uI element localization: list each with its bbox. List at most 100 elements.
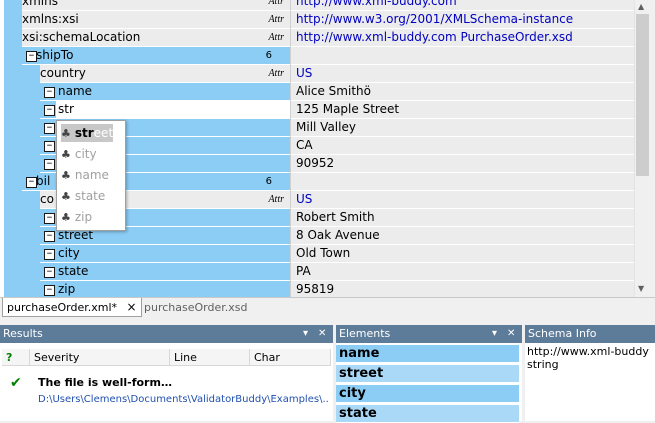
element-icon: ♣: [61, 211, 71, 224]
value-cell[interactable]: Mill Valley: [291, 119, 634, 136]
schema-type: string: [527, 358, 559, 371]
grid-row[interactable]: − shipTo 6: [0, 47, 634, 65]
autocomplete-item[interactable]: ♣ zip: [61, 208, 92, 226]
pin-icon[interactable]: ▾: [492, 325, 497, 343]
element-icon: ♣: [61, 127, 71, 140]
value-cell[interactable]: http://www.xml-buddy.com PurchaseOrder.x…: [291, 29, 634, 46]
value-cell[interactable]: 90952: [291, 155, 634, 172]
grid-row[interactable]: xmlns:xsi Attr http://www.w3.org/2001/XMLS…: [0, 11, 634, 29]
tree-guide: [22, 65, 40, 83]
col-header-line[interactable]: Line: [170, 349, 250, 366]
scroll-up-arrow[interactable]: ▲: [638, 2, 644, 11]
suggestion-text: eet: [93, 126, 114, 140]
child-count: 6: [265, 176, 272, 187]
collapse-icon[interactable]: −: [44, 141, 55, 152]
col-header-status[interactable]: ?: [2, 349, 30, 366]
value-cell[interactable]: Robert Smith: [291, 209, 634, 226]
grid-row[interactable]: xsi:schemaLocation Attr http://www.xml-bud…: [0, 29, 634, 47]
tab-label: purchaseOrder.xml*: [7, 301, 118, 314]
tree-guide: [4, 263, 22, 281]
collapse-icon[interactable]: −: [44, 213, 55, 224]
collapse-icon[interactable]: −: [44, 285, 55, 296]
column-separator[interactable]: [290, 0, 291, 297]
collapse-icon[interactable]: −: [44, 123, 55, 134]
tree-guide: [4, 29, 22, 47]
grid-row[interactable]: − state PA: [0, 263, 634, 281]
suggestion-text: city: [74, 147, 97, 161]
tab-purchaseorder-xsd[interactable]: purchaseOrder.xsd: [140, 298, 251, 317]
tree-guide: [4, 173, 22, 191]
attribute-tag: Attr: [268, 68, 284, 79]
node-name: zip: [58, 282, 76, 296]
element-item[interactable]: city: [336, 385, 519, 403]
autocomplete-item[interactable]: ♣ city: [61, 145, 97, 163]
close-icon[interactable]: ✕: [507, 325, 515, 343]
value-cell[interactable]: [291, 173, 634, 190]
tree-guide: [4, 119, 22, 137]
panel-title: Elements: [339, 327, 391, 340]
autocomplete-item[interactable]: ♣ name: [61, 166, 109, 184]
autocomplete-item[interactable]: ♣ state: [61, 187, 105, 205]
inline-edit-input[interactable]: str: [56, 101, 292, 118]
tree-guide: [22, 119, 40, 137]
result-path-link[interactable]: D:\Users\Clemens\Documents\ValidatorBudd…: [38, 394, 328, 405]
grid-row[interactable]: −strstr125 Maple Street: [0, 101, 634, 119]
collapse-icon[interactable]: −: [44, 249, 55, 260]
tree-guide: [4, 191, 22, 209]
value-cell[interactable]: 125 Maple Street: [291, 101, 634, 118]
tree-guide: [4, 245, 22, 263]
grid-row[interactable]: − city Old Town: [0, 245, 634, 263]
tree-guide: [22, 137, 40, 155]
tree-guide: [22, 83, 40, 101]
value-cell[interactable]: PA: [291, 263, 634, 280]
schema-info-panel-header: Schema Info: [525, 325, 655, 343]
value-cell[interactable]: 95819: [291, 281, 634, 297]
element-icon: ♣: [61, 169, 71, 182]
close-icon[interactable]: ×: [127, 300, 137, 314]
collapse-icon[interactable]: −: [44, 87, 55, 98]
pin-icon[interactable]: ▾: [303, 325, 308, 343]
node-name: shipTo: [36, 48, 74, 62]
scrollbar-thumb[interactable]: [636, 14, 649, 176]
value-cell[interactable]: US: [291, 191, 634, 208]
result-message[interactable]: The file is well-form…: [38, 376, 172, 389]
element-item[interactable]: street: [336, 365, 519, 383]
collapse-icon[interactable]: −: [44, 231, 55, 242]
autocomplete-popup[interactable]: ♣ street ♣ city ♣ name ♣ state ♣ zip: [56, 120, 126, 231]
value-cell[interactable]: http://www.w3.org/2001/XMLSchema-instanc…: [291, 11, 634, 28]
tree-guide: [4, 209, 22, 227]
tree-guide: [22, 263, 40, 281]
tree-guide: [4, 47, 22, 65]
col-header-severity[interactable]: Severity: [30, 349, 170, 366]
value-cell[interactable]: 8 Oak Avenue: [291, 227, 634, 244]
value-cell[interactable]: US: [291, 65, 634, 82]
grid-row[interactable]: xmlns Attr http://www.xml-buddy.com: [0, 0, 634, 11]
tree-guide: [22, 191, 40, 209]
value-cell[interactable]: CA: [291, 137, 634, 154]
node-name: state: [58, 264, 89, 278]
element-item[interactable]: state: [336, 405, 519, 423]
collapse-icon[interactable]: −: [44, 105, 55, 116]
panel-title: Schema Info: [528, 327, 597, 340]
close-icon[interactable]: ✕: [318, 325, 326, 343]
value-cell[interactable]: [291, 47, 634, 64]
scroll-down-arrow[interactable]: ▼: [638, 284, 644, 293]
grid-row[interactable]: − zip 95819: [0, 281, 634, 297]
collapse-icon[interactable]: −: [44, 159, 55, 170]
col-header-char[interactable]: Char: [250, 349, 331, 366]
tab-purchaseorder-xml[interactable]: purchaseOrder.xml* ×: [2, 298, 142, 317]
collapse-icon[interactable]: −: [44, 267, 55, 278]
element-icon: ♣: [61, 148, 71, 161]
value-cell[interactable]: Old Town: [291, 245, 634, 262]
elements-panel: name street city state: [336, 343, 522, 423]
tree-guide: [4, 11, 22, 29]
grid-row[interactable]: country Attr US: [0, 65, 634, 83]
node-name: xmlns: [22, 0, 58, 8]
grid-row[interactable]: − name Alice Smithö: [0, 83, 634, 101]
element-item[interactable]: name: [336, 345, 519, 363]
autocomplete-item[interactable]: ♣ street: [61, 124, 114, 142]
value-cell[interactable]: http://www.xml-buddy.com: [291, 0, 634, 10]
tree-guide: [4, 0, 22, 11]
tree-guide: [22, 227, 40, 245]
value-cell[interactable]: Alice Smithö: [291, 83, 634, 100]
